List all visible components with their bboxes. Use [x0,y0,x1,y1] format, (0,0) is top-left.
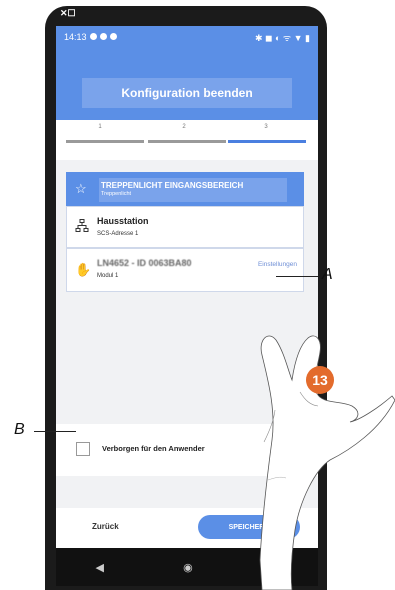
hand-pointer-illustration [259,335,395,590]
annotation-a-label: A [322,266,333,283]
annotation-a-line [276,276,318,277]
annotation-b-line [34,431,76,432]
annotation-b-label: B [14,421,25,438]
step-number-badge: 13 [306,366,334,394]
